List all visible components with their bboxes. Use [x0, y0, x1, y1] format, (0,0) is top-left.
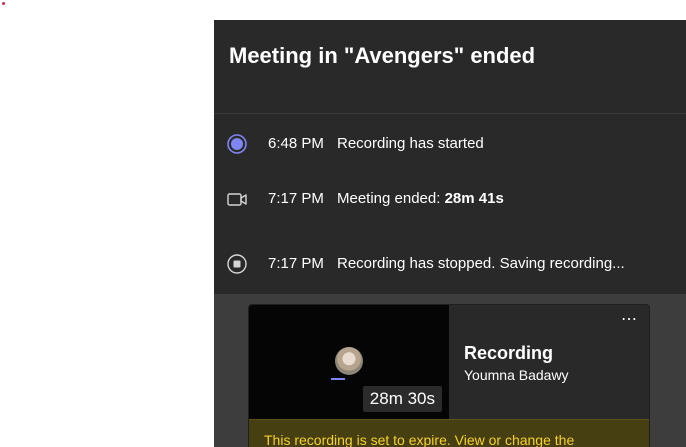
corner-dot [2, 2, 5, 5]
meeting-chat-panel: Meeting in "Avengers" ended 6:48 PM Reco… [214, 20, 686, 447]
event-message: Recording has started [337, 135, 484, 152]
recording-icon [227, 134, 247, 154]
event-recording-started: 6:48 PM Recording has started [214, 129, 686, 159]
recording-thumbnail[interactable]: 28m 30s [249, 305, 449, 419]
meeting-header: Meeting in "Avengers" ended [214, 20, 686, 114]
speaker-indicator [331, 378, 345, 380]
event-message: Recording has stopped. Saving recording.… [337, 255, 625, 272]
more-options-icon[interactable]: ⋯ [619, 312, 639, 328]
expiration-banner: This recording is set to expire. View or… [249, 419, 649, 447]
event-time: 6:48 PM [268, 135, 324, 152]
event-time: 7:17 PM [268, 255, 324, 272]
recording-owner: Youmna Badawy [464, 367, 569, 383]
recording-card[interactable]: 28m 30s ⋯ Recording Youmna Badawy This r… [248, 304, 650, 447]
meeting-duration: 28m 41s [444, 190, 504, 207]
event-message-text: Meeting ended: [337, 190, 445, 207]
avatar [335, 347, 363, 375]
recording-duration: 28m 30s [362, 386, 442, 412]
event-time: 7:17 PM [268, 190, 324, 207]
event-recording-stopped: 7:17 PM Recording has stopped. Saving re… [214, 249, 686, 279]
event-message: Meeting ended: 28m 41s [337, 190, 504, 207]
recording-card-area: 28m 30s ⋯ Recording Youmna Badawy This r… [214, 294, 686, 447]
expiration-message: This recording is set to expire. View or… [264, 432, 575, 447]
stop-icon [227, 254, 247, 274]
recording-title: Recording [464, 343, 554, 363]
video-camera-icon [227, 193, 247, 206]
event-meeting-ended: 7:17 PM Meeting ended: 28m 41s [214, 184, 686, 214]
page-title: Meeting in "Avengers" ended [229, 43, 536, 68]
